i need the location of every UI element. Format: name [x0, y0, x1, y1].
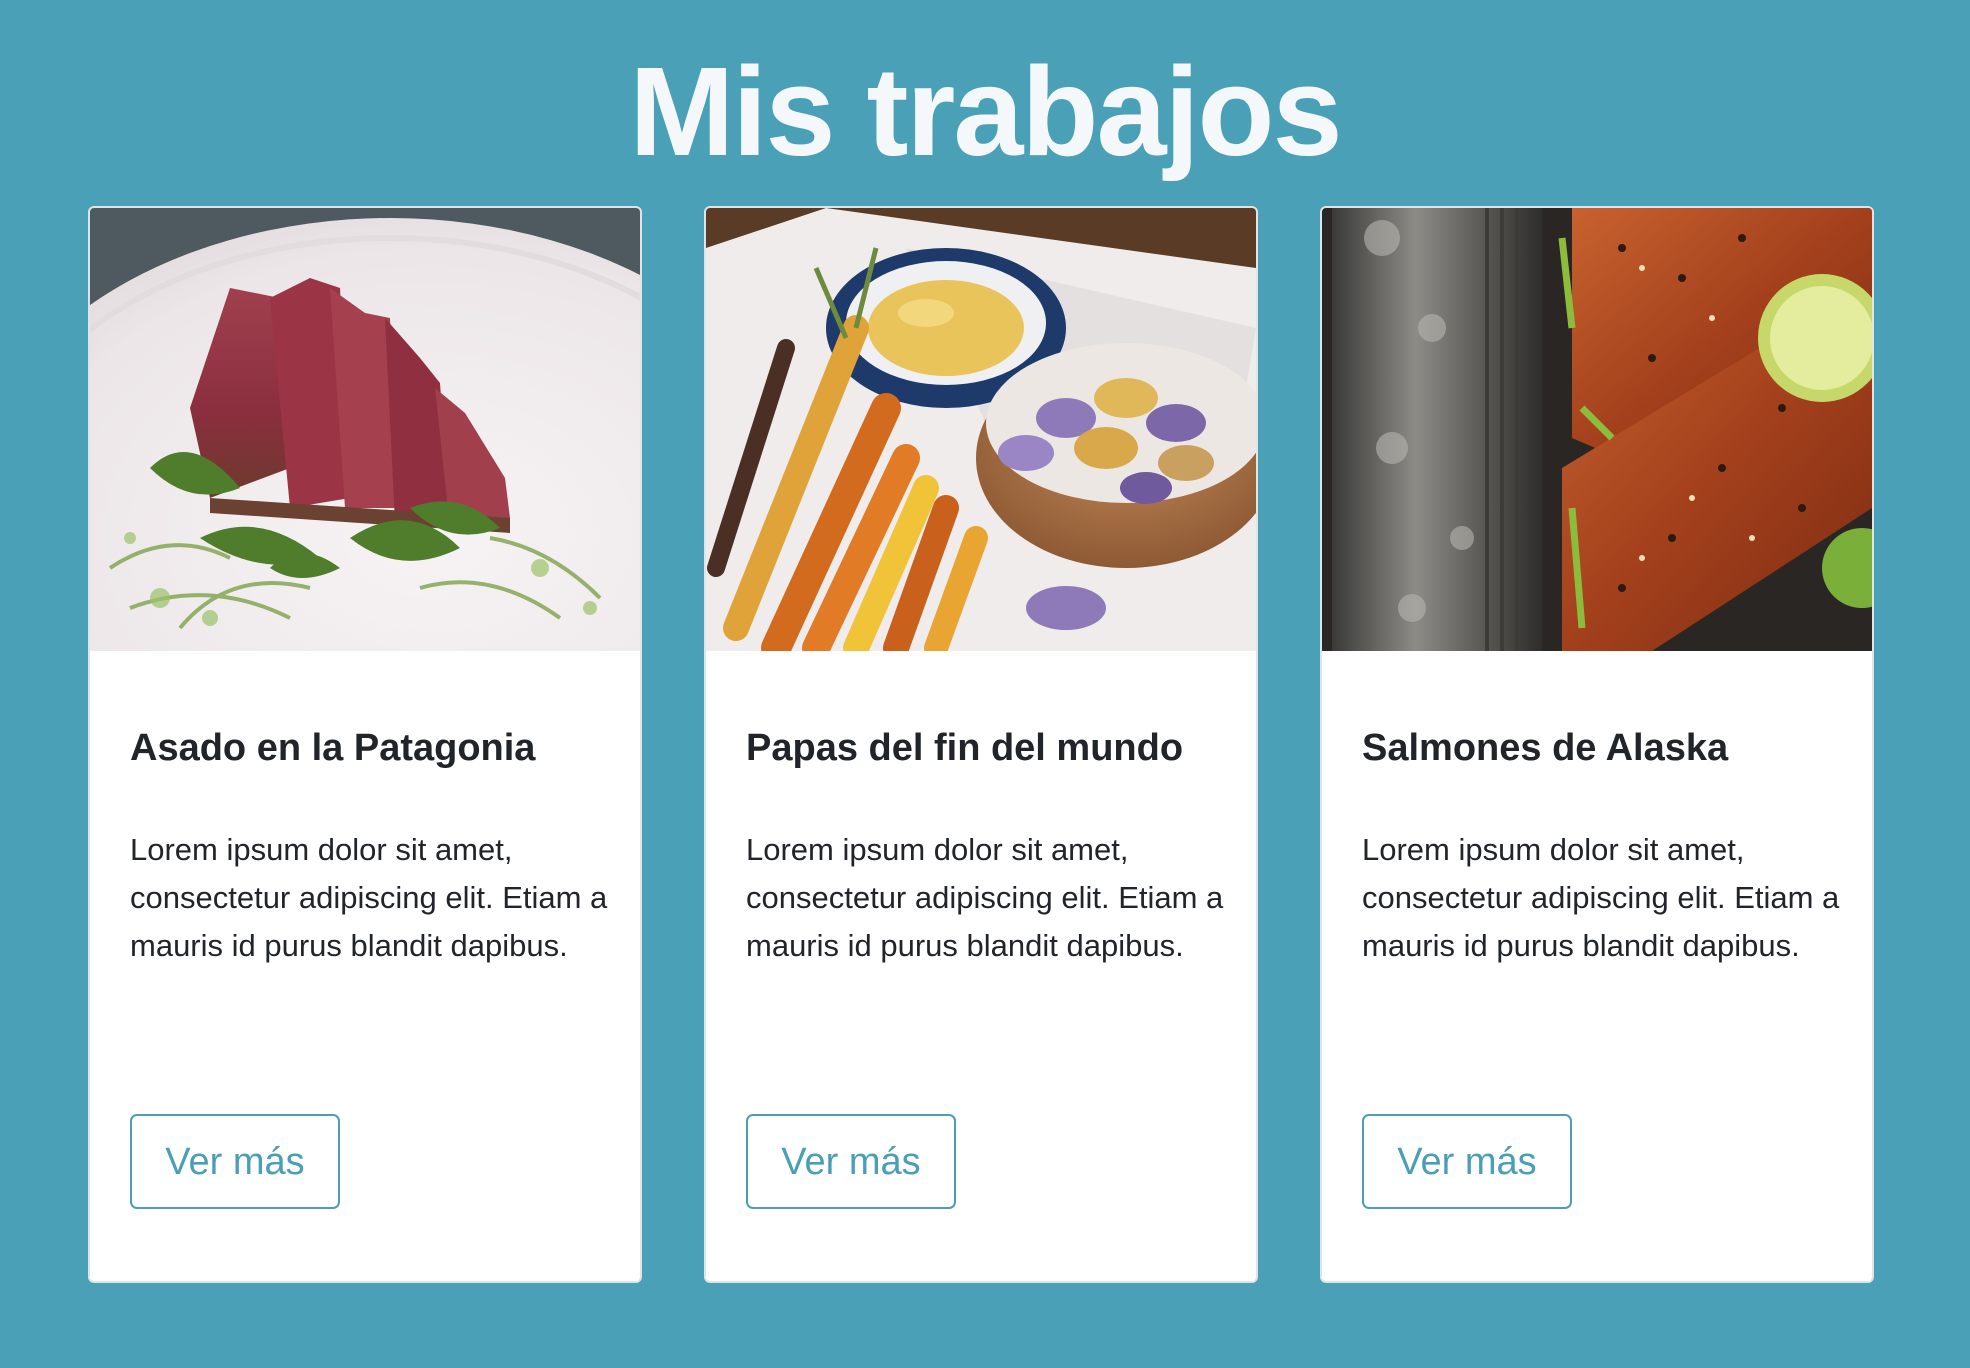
card-text: Lorem ipsum dolor sit amet, consectetur … [130, 832, 608, 963]
ver-mas-button[interactable]: Ver más [1362, 1114, 1572, 1209]
card-image-salmones [1322, 208, 1872, 651]
card-title: Papas del fin del mundo [746, 727, 1184, 769]
page-title: Mis trabajos [629, 41, 1342, 182]
work-card-asado: Asado en la Patagonia Lorem ipsum dolor … [88, 206, 642, 1283]
card-image-asado [90, 208, 640, 651]
work-card-papas: Papas del fin del mundo Lorem ipsum dolo… [704, 206, 1258, 1283]
card-title: Salmones de Alaska [1362, 727, 1729, 769]
card-image-papas [706, 208, 1256, 651]
card-text: Lorem ipsum dolor sit amet, consectetur … [746, 832, 1224, 963]
card-text: Lorem ipsum dolor sit amet, consectetur … [1362, 832, 1840, 963]
ver-mas-button[interactable]: Ver más [130, 1114, 340, 1209]
card-title: Asado en la Patagonia [130, 727, 536, 769]
ver-mas-button[interactable]: Ver más [746, 1114, 956, 1209]
work-card-salmones: Salmones de Alaska Lorem ipsum dolor sit… [1320, 206, 1874, 1283]
